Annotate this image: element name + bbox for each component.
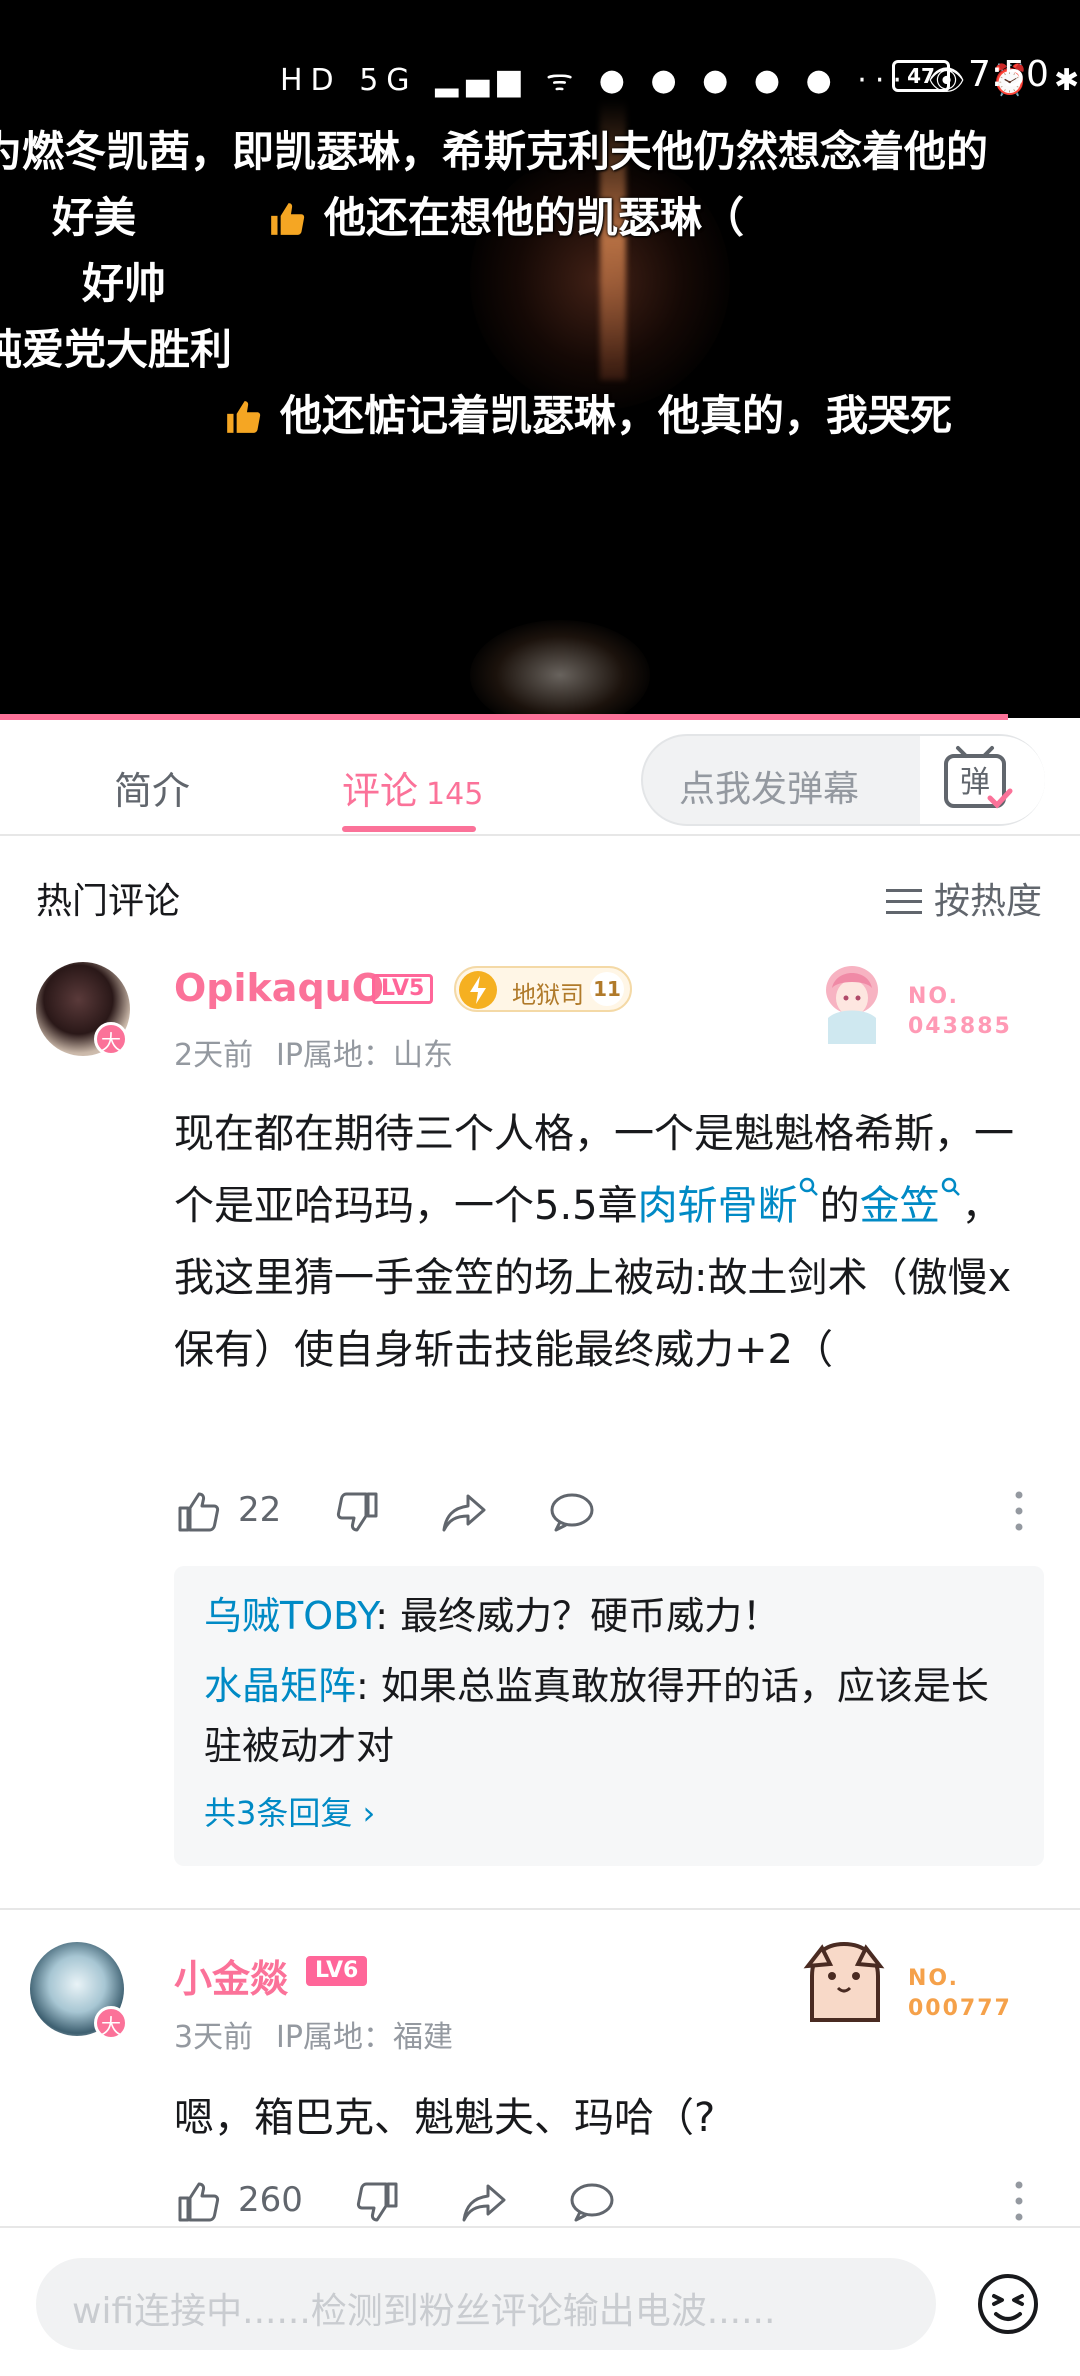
active-tab-indicator <box>342 826 476 832</box>
status-bar: HD 5G ▂▄▆ ᯤ ● ● ● ● ● ··· 👁 ⏰ ✱ 🔕 47 7:5… <box>0 52 1080 102</box>
sort-label: 按热度 <box>934 881 1043 922</box>
search-link[interactable]: 肉斩骨断 <box>637 1177 820 1229</box>
danmaku-line-liked: 他还惦记着凯瑟琳，他真的，我哭死 <box>224 382 952 443</box>
battery-icon: 47 <box>892 60 950 92</box>
danmaku-text: 他还在想他的凯瑟琳（ <box>324 193 745 242</box>
garb-number-value: 000777 <box>908 1996 1012 2021</box>
comment-time: 3天前 <box>174 2020 254 2055</box>
search-icon <box>799 1177 818 1196</box>
danmaku-line-liked: 他还在想他的凯瑟琳（ <box>268 184 744 245</box>
reply-item: 水晶矩阵: 如果总监真敢放得开的话，应该是长驻被动才对 <box>204 1656 1004 1776</box>
fan-medal-level: 11 <box>590 972 624 1006</box>
more-icon[interactable] <box>1014 2180 1024 2222</box>
share-icon[interactable] <box>460 2178 508 2226</box>
reply-item: 乌贼TOBY: 最终威力？硬币威力！ <box>204 1586 1004 1646</box>
garb-card-illustration <box>808 958 892 1048</box>
garb-number: NO. 000777 <box>908 1964 1012 2024</box>
garb-number: NO. 043885 <box>908 982 1012 1042</box>
comment-input-placeholder: wifi连接中......检测到粉丝评论输出电波...... <box>72 2291 776 2332</box>
emoji-icon[interactable] <box>976 2272 1040 2336</box>
level-badge: LV5 <box>372 974 434 1004</box>
reply-username[interactable]: 乌贼TOBY <box>204 1594 375 1638</box>
like-icon[interactable] <box>174 2178 222 2226</box>
username[interactable]: 小金燚 <box>174 1948 288 2003</box>
chevron-right-icon: › <box>362 1794 376 1832</box>
garb-number-value: 043885 <box>908 1014 1012 1039</box>
more-icon[interactable] <box>1014 1490 1024 1532</box>
comment-input[interactable]: wifi连接中......检测到粉丝评论输出电波...... <box>36 2258 936 2350</box>
danmaku-icon: 弹 <box>944 746 1013 809</box>
comment-body[interactable]: 现在都在期待三个人格，一个是魁魁格希斯，一个是亚哈玛玛，一个5.5章肉斩骨断 的金… <box>174 1098 1040 1386</box>
sort-button[interactable]: 按热度 <box>886 872 1042 924</box>
reply-text: : 最终威力？硬币威力！ <box>375 1594 781 1638</box>
danmaku-line: 为燃冬凯茜，即凯瑟琳，希斯克利夫他仍然想念着他的 <box>0 127 989 176</box>
status-icons: HD 5G ▂▄▆ ᯤ ● ● ● ● ● ··· 👁 ⏰ ✱ 🔕 <box>280 63 1080 98</box>
garb-card-illustration <box>798 1936 890 2028</box>
link-text: 金笠 <box>859 1183 940 1229</box>
comments-count: 145 <box>426 777 484 812</box>
dislike-icon[interactable] <box>354 2178 402 2226</box>
status-time: 7:50 <box>968 54 1049 95</box>
thumbs-up-icon <box>227 401 261 433</box>
tab-comments[interactable]: 评论 145 <box>342 760 483 815</box>
level-badge: LV6 <box>306 1956 368 1986</box>
reply-icon[interactable] <box>548 1488 596 1536</box>
video-player[interactable]: HD 5G ▂▄▆ ᯤ ● ● ● ● ● ··· 👁 ⏰ ✱ 🔕 47 7:5… <box>0 0 1080 718</box>
vip-badge: 大 <box>94 2006 128 2040</box>
username[interactable]: OpikaquO <box>174 966 384 1010</box>
danmaku-text: 他还惦记着凯瑟琳，他真的，我哭死 <box>280 391 953 440</box>
view-more-replies-link[interactable]: 共3条回复 › <box>204 1788 375 1834</box>
comment-text: 的 <box>819 1183 860 1229</box>
like-icon[interactable] <box>174 1488 222 1536</box>
hot-comments-title: 热门评论 <box>36 881 181 922</box>
reply-preview-box[interactable]: 乌贼TOBY: 最终威力？硬币威力！ 水晶矩阵: 如果总监真敢放得开的话，应该是… <box>174 1566 1044 1866</box>
tab-intro[interactable]: 简介 <box>114 760 190 815</box>
ip-location: IP属地：福建 <box>276 2020 453 2055</box>
lightning-icon <box>459 971 497 1009</box>
like-count: 22 <box>238 1490 282 1530</box>
search-link[interactable]: 金笠 <box>859 1177 962 1229</box>
search-icon <box>941 1177 960 1196</box>
danmaku-toggle-button[interactable]: 弹 <box>920 736 1045 824</box>
garb-number-label: NO. <box>908 984 959 1009</box>
garb-number-label: NO. <box>908 1966 959 1991</box>
vip-badge: 大 <box>94 1022 128 1056</box>
comment-divider <box>0 1908 1080 1910</box>
danmaku-line: 纯爱党大胜利 <box>0 325 233 374</box>
like-count: 260 <box>238 2180 303 2220</box>
comment-composer-bar: wifi连接中......检测到粉丝评论输出电波...... <box>0 2226 1080 2376</box>
tab-comments-label: 评论 <box>342 769 419 813</box>
menu-lines-icon <box>886 889 922 914</box>
danmaku-line: 好帅 <box>82 259 167 308</box>
danmaku-placeholder: 点我发弹幕 <box>679 769 860 810</box>
ip-location: IP属地：山东 <box>276 1038 453 1073</box>
dislike-icon[interactable] <box>334 1488 382 1536</box>
fan-medal: 地狱司 11 <box>454 966 632 1012</box>
share-icon[interactable] <box>440 1488 488 1536</box>
reply-username[interactable]: 水晶矩阵 <box>204 1664 356 1708</box>
thumbs-up-icon <box>271 203 305 235</box>
comment-body[interactable]: 嗯，箱巴克、魁魁夫、玛哈（? <box>174 2082 1040 2154</box>
danmaku-line: 好美 <box>52 193 137 242</box>
link-text: 肉斩骨断 <box>637 1183 798 1229</box>
video-frame-light-bottom <box>470 620 650 718</box>
reply-icon[interactable] <box>568 2178 616 2226</box>
danmaku-glyph: 弹 <box>960 765 990 800</box>
comment-time: 2天前 <box>174 1038 254 1073</box>
fan-medal-name: 地狱司 <box>512 981 584 1009</box>
view-more-label: 共3条回复 <box>204 1794 353 1832</box>
